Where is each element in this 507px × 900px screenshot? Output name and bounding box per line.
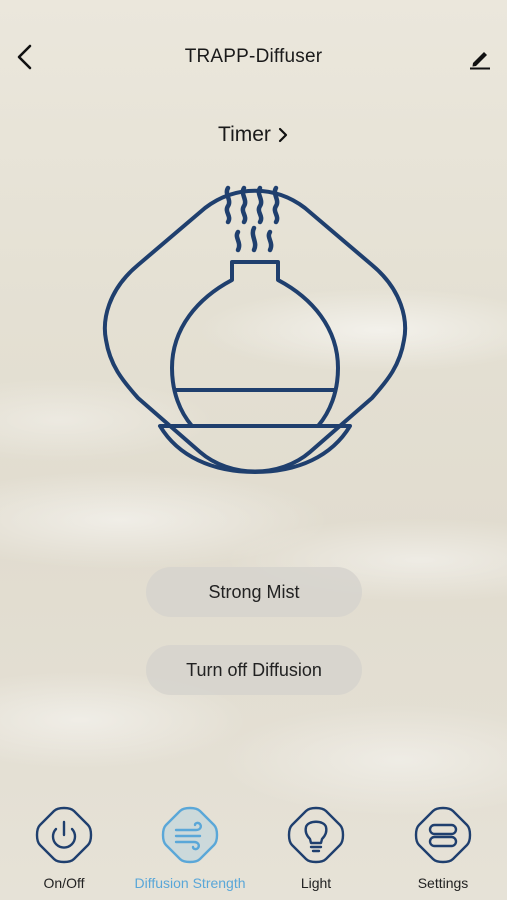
lightbulb-icon [287,806,345,864]
nav-label-settings: Settings [417,875,469,891]
page-title: TRAPP-Diffuser [184,46,323,67]
strong-mist-button[interactable]: Strong Mist [146,567,362,617]
power-icon [35,806,93,864]
wind-icon [161,806,219,864]
bottle-outline [170,260,340,428]
chevron-right-icon [278,127,288,143]
nav-label-diffusion-strength: Diffusion Strength [134,875,246,891]
bottom-nav: On/Off Diffusion Strength Light Settings [0,800,507,900]
toggles-icon [414,806,472,864]
nav-item-on-off[interactable]: On/Off [4,805,124,895]
vapor-icon [224,185,280,253]
nav-item-light[interactable]: Light [256,805,376,895]
nav-label-on-off: On/Off [43,875,85,891]
diffuser-illustration [102,185,408,474]
edit-pencil-icon[interactable] [466,44,494,72]
timer-link[interactable]: Timer [200,120,307,150]
nav-label-light: Light [300,875,332,891]
timer-label: Timer [218,123,271,146]
header-bar: TRAPP-Diffuser [0,0,507,115]
base-outline [158,424,352,474]
nav-item-settings[interactable]: Settings [383,805,503,895]
turn-off-diffusion-button[interactable]: Turn off Diffusion [146,645,362,695]
nav-item-diffusion-strength[interactable]: Diffusion Strength [130,805,250,895]
